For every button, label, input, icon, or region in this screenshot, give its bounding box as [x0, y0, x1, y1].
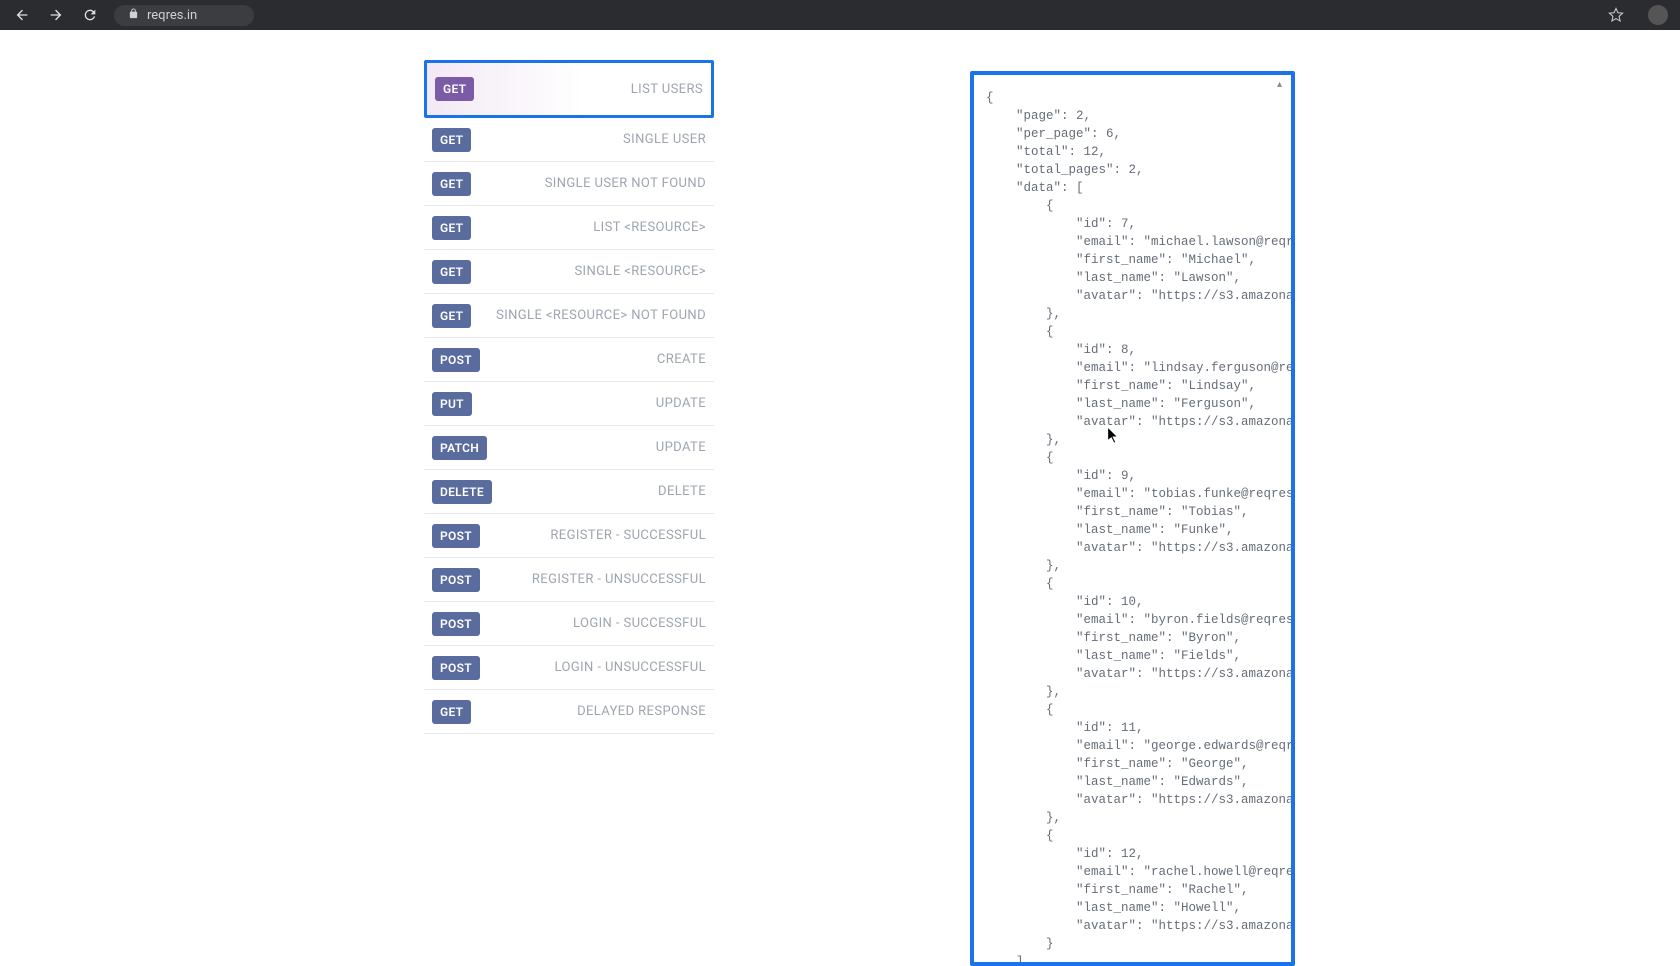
method-badge: POST: [432, 656, 480, 680]
endpoint-row-13[interactable]: POSTLOGIN - UNSUCCESSFUL: [424, 646, 714, 690]
endpoint-row-7[interactable]: PUTUPDATE: [424, 382, 714, 426]
endpoint-label: SINGLE <RESOURCE> NOT FOUND: [471, 308, 706, 323]
forward-button[interactable]: [46, 5, 66, 25]
endpoint-row-11[interactable]: POSTREGISTER - UNSUCCESSFUL: [424, 558, 714, 602]
scroll-up-indicator: ▴: [1277, 79, 1287, 89]
endpoint-row-4[interactable]: GETSINGLE <RESOURCE>: [424, 250, 714, 294]
endpoint-row-1[interactable]: GETSINGLE USER: [424, 118, 714, 162]
method-badge: PATCH: [432, 436, 487, 460]
browser-toolbar: reqres.in: [0, 0, 1680, 30]
back-button[interactable]: [12, 5, 32, 25]
method-badge: GET: [432, 128, 471, 152]
endpoint-row-14[interactable]: GETDELAYED RESPONSE: [424, 690, 714, 734]
endpoint-label: UPDATE: [487, 440, 706, 455]
profile-avatar[interactable]: [1648, 5, 1668, 25]
reload-button[interactable]: [80, 5, 100, 25]
method-badge: GET: [432, 260, 471, 284]
endpoint-row-5[interactable]: GETSINGLE <RESOURCE> NOT FOUND: [424, 294, 714, 338]
method-badge: POST: [432, 348, 480, 372]
method-badge: POST: [432, 524, 480, 548]
endpoint-row-12[interactable]: POSTLOGIN - SUCCESSFUL: [424, 602, 714, 646]
method-badge: PUT: [432, 392, 472, 416]
method-badge: GET: [435, 77, 474, 101]
page-content: GETLIST USERSGETSINGLE USERGETSINGLE USE…: [0, 30, 1680, 945]
endpoint-label: DELETE: [492, 484, 706, 499]
url-text: reqres.in: [147, 8, 197, 23]
endpoint-label: LOGIN - SUCCESSFUL: [480, 616, 706, 631]
endpoint-row-3[interactable]: GETLIST <RESOURCE>: [424, 206, 714, 250]
lock-icon: [128, 8, 139, 23]
response-scroll-area[interactable]: ▴ { "page": 2, "per_page": 6, "total": 1…: [974, 75, 1291, 962]
endpoint-label: LIST USERS: [474, 82, 703, 97]
endpoint-label: UPDATE: [472, 396, 706, 411]
endpoint-label: CREATE: [480, 352, 706, 367]
endpoint-label: DELAYED RESPONSE: [471, 704, 706, 719]
endpoint-row-9[interactable]: DELETEDELETE: [424, 470, 714, 514]
endpoint-label: SINGLE <RESOURCE>: [471, 264, 706, 279]
endpoint-label: REGISTER - UNSUCCESSFUL: [480, 572, 706, 587]
endpoint-row-2[interactable]: GETSINGLE USER NOT FOUND: [424, 162, 714, 206]
endpoint-label: LOGIN - UNSUCCESSFUL: [480, 660, 706, 675]
endpoint-row-10[interactable]: POSTREGISTER - SUCCESSFUL: [424, 514, 714, 558]
method-badge: DELETE: [432, 480, 492, 504]
method-badge: GET: [432, 304, 471, 328]
endpoint-row-6[interactable]: POSTCREATE: [424, 338, 714, 382]
endpoint-label: LIST <RESOURCE>: [471, 220, 706, 235]
endpoint-label: SINGLE USER: [471, 132, 706, 147]
response-panel: ▴ { "page": 2, "per_page": 6, "total": 1…: [970, 71, 1295, 966]
address-bar[interactable]: reqres.in: [114, 5, 254, 26]
method-badge: POST: [432, 612, 480, 636]
endpoint-row-0[interactable]: GETLIST USERS: [424, 60, 714, 118]
method-badge: GET: [432, 700, 471, 724]
endpoint-label: SINGLE USER NOT FOUND: [471, 176, 706, 191]
endpoint-label: REGISTER - SUCCESSFUL: [480, 528, 706, 543]
response-json: { "page": 2, "per_page": 6, "total": 12,…: [974, 75, 1291, 962]
method-badge: GET: [432, 172, 471, 196]
endpoint-list: GETLIST USERSGETSINGLE USERGETSINGLE USE…: [424, 60, 714, 734]
method-badge: POST: [432, 568, 480, 592]
method-badge: GET: [432, 216, 471, 240]
endpoint-row-8[interactable]: PATCHUPDATE: [424, 426, 714, 470]
bookmark-star-icon[interactable]: [1606, 5, 1626, 25]
